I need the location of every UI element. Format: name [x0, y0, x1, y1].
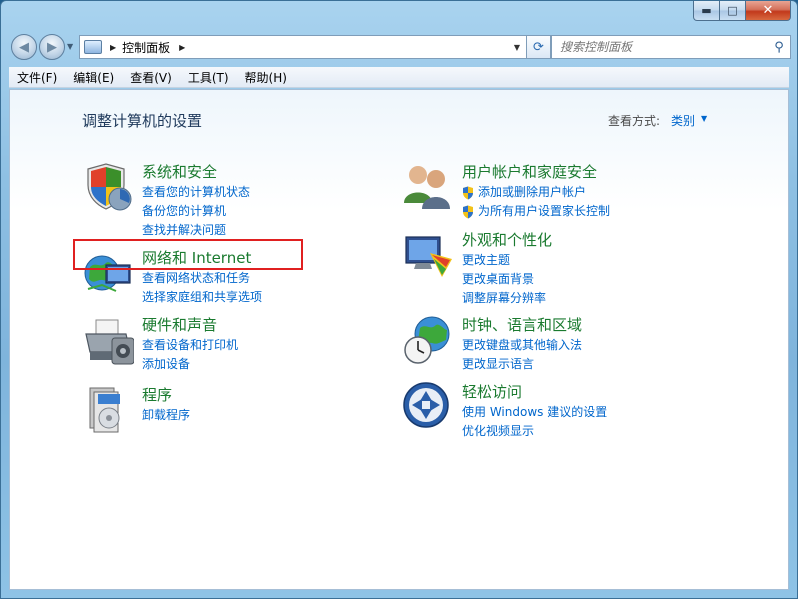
link-troubleshoot[interactable]: 查找并解决问题 — [142, 221, 250, 240]
link-text[interactable]: 添加或删除用户帐户 — [478, 183, 586, 202]
category-title[interactable]: 系统和安全 — [142, 161, 217, 182]
link-recommended-settings[interactable]: 使用 Windows 建议的设置 — [462, 403, 607, 422]
link-text[interactable]: 为所有用户设置家长控制 — [478, 202, 610, 221]
menu-tools[interactable]: 工具(T) — [180, 69, 237, 86]
menu-help[interactable]: 帮助(H) — [237, 69, 295, 86]
link-devices-printers[interactable]: 查看设备和打印机 — [142, 336, 238, 355]
forward-button[interactable]: ▶ — [39, 34, 65, 60]
arrow-right-icon: ▶ — [47, 39, 57, 55]
category-title[interactable]: 硬件和声音 — [142, 314, 217, 335]
address-bar[interactable]: ▶ 控制面板 ▶ ▼ — [79, 35, 527, 59]
uac-shield-icon — [463, 205, 473, 218]
security-shield-icon[interactable] — [82, 161, 134, 213]
link-add-remove-accounts[interactable]: 添加或删除用户帐户 — [462, 183, 610, 202]
category-clock-language: 时钟、语言和区域 更改键盘或其他输入法 更改显示语言 — [402, 314, 742, 374]
search-box[interactable]: ⚲ — [551, 35, 791, 59]
view-by-dropdown[interactable]: 类别 — [671, 112, 695, 129]
link-optimize-display[interactable]: 优化视频显示 — [462, 422, 607, 441]
uac-shield-icon — [463, 186, 473, 199]
link-view-network-status[interactable]: 查看网络状态和任务 — [142, 269, 262, 288]
monitor-paint-icon[interactable] — [402, 229, 454, 281]
clock-globe-icon[interactable] — [402, 314, 454, 366]
link-add-device[interactable]: 添加设备 — [142, 355, 238, 374]
printer-icon[interactable] — [82, 314, 134, 366]
back-button[interactable]: ◀ — [11, 34, 37, 60]
category-ease-of-access: 轻松访问 使用 Windows 建议的设置 优化视频显示 — [402, 381, 742, 441]
close-button[interactable]: ✕ — [746, 1, 791, 21]
ease-of-access-icon[interactable] — [402, 381, 454, 433]
link-change-display-language[interactable]: 更改显示语言 — [462, 355, 582, 374]
category-title[interactable]: 轻松访问 — [462, 381, 522, 402]
minimize-button[interactable]: ▬ — [693, 1, 720, 21]
view-by-caret-icon[interactable]: ▼ — [701, 114, 707, 123]
content-area: 调整计算机的设置 查看方式: 类别 ▼ 系统和安全 查看您的计算机状态 备份您的… — [9, 89, 789, 590]
menu-view[interactable]: 查看(V) — [122, 69, 180, 86]
search-input[interactable] — [552, 37, 768, 57]
users-icon[interactable] — [402, 161, 454, 213]
refresh-button[interactable]: ⟳ — [527, 35, 551, 59]
category-appearance: 外观和个性化 更改主题 更改桌面背景 调整屏幕分辨率 — [402, 229, 742, 305]
control-panel-window: ▬ □ ✕ ◀ ▶ ▼ ▶ 控制面板 ▶ ▼ ⟳ ⚲ 文件(F) 编辑(E) 查… — [0, 0, 798, 599]
caption-buttons: ▬ □ ✕ — [693, 1, 791, 22]
link-homegroup-sharing[interactable]: 选择家庭组和共享选项 — [142, 288, 262, 307]
link-uninstall-program[interactable]: 卸载程序 — [142, 406, 190, 425]
recent-pages-dropdown[interactable]: ▼ — [67, 42, 73, 51]
control-panel-icon — [84, 40, 102, 54]
link-backup-computer[interactable]: 备份您的计算机 — [142, 202, 250, 221]
link-adjust-resolution[interactable]: 调整屏幕分辨率 — [462, 289, 546, 308]
category-title[interactable]: 用户帐户和家庭安全 — [462, 161, 597, 182]
navigation-bar: ◀ ▶ ▼ ▶ 控制面板 ▶ ▼ ⟳ ⚲ — [9, 32, 791, 62]
link-change-keyboard[interactable]: 更改键盘或其他输入法 — [462, 336, 582, 355]
link-view-computer-status[interactable]: 查看您的计算机状态 — [142, 183, 250, 202]
category-system-security: 系统和安全 查看您的计算机状态 备份您的计算机 查找并解决问题 — [82, 161, 362, 237]
category-user-accounts: 用户帐户和家庭安全 添加或删除用户帐户 为所有用户设置家长控制 — [402, 161, 742, 218]
highlight-box — [73, 239, 303, 270]
link-change-theme[interactable]: 更改主题 — [462, 251, 546, 270]
breadcrumb-separator-icon[interactable]: ▶ — [110, 43, 116, 52]
link-parental-controls[interactable]: 为所有用户设置家长控制 — [462, 202, 610, 221]
category-title[interactable]: 程序 — [142, 384, 172, 405]
refresh-icon: ⟳ — [533, 39, 544, 55]
link-change-background[interactable]: 更改桌面背景 — [462, 270, 546, 289]
arrow-left-icon: ◀ — [19, 39, 29, 55]
menu-file[interactable]: 文件(F) — [9, 69, 65, 86]
category-programs: 程序 卸载程序 — [82, 384, 362, 439]
search-icon[interactable]: ⚲ — [768, 40, 790, 55]
breadcrumb-control-panel[interactable]: 控制面板 — [122, 39, 170, 56]
maximize-button[interactable]: □ — [720, 1, 746, 21]
menu-bar: 文件(F) 编辑(E) 查看(V) 工具(T) 帮助(H) — [9, 67, 789, 88]
programs-icon[interactable] — [82, 384, 134, 436]
category-title[interactable]: 时钟、语言和区域 — [462, 314, 582, 335]
address-dropdown-icon[interactable]: ▼ — [508, 36, 526, 58]
breadcrumb-separator-icon[interactable]: ▶ — [179, 43, 185, 52]
menu-edit[interactable]: 编辑(E) — [65, 69, 122, 86]
category-title[interactable]: 外观和个性化 — [462, 229, 552, 250]
page-title: 调整计算机的设置 — [82, 112, 203, 130]
view-by-label: 查看方式: — [608, 114, 661, 128]
category-hardware-sound: 硬件和声音 查看设备和打印机 添加设备 — [82, 314, 362, 374]
